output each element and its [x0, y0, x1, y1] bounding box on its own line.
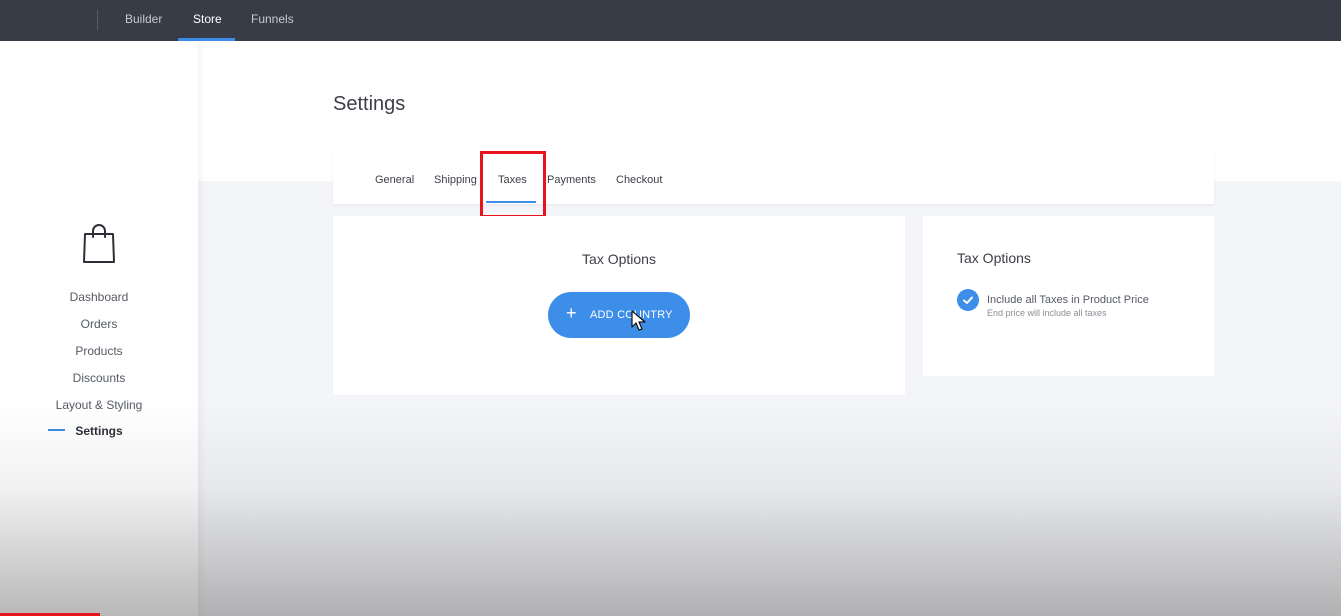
shopping-bag-icon	[83, 224, 115, 263]
tab-general[interactable]: General	[375, 151, 414, 204]
tab-payments[interactable]: Payments	[547, 151, 596, 204]
topbar-divider	[97, 10, 98, 30]
tax-options-card: Tax Options + ADD COUNTRY	[333, 216, 905, 395]
page-title: Settings	[333, 93, 406, 115]
plus-icon: +	[566, 303, 577, 323]
sidebar-item-settings[interactable]: Settings	[0, 424, 198, 438]
video-fade-overlay	[0, 400, 1341, 616]
tab-checkout[interactable]: Checkout	[616, 151, 662, 204]
tax-options-title: Tax Options	[582, 251, 656, 267]
sidebar-item-layout-styling[interactable]: Layout & Styling	[0, 398, 198, 412]
sidebar-active-indicator	[48, 429, 65, 431]
include-taxes-label: Include all Taxes in Product Price	[987, 294, 1149, 306]
taxes-tab-highlight	[480, 151, 546, 218]
tax-settings-card: Tax Options Include all Taxes in Product…	[923, 216, 1214, 376]
include-taxes-checkbox[interactable]	[957, 289, 979, 311]
sidebar-item-orders[interactable]: Orders	[0, 317, 198, 331]
include-taxes-sublabel: End price will include all taxes	[987, 308, 1107, 318]
sidebar-item-products[interactable]: Products	[0, 344, 198, 358]
settings-tabs: General Shipping Taxes Payments Checkout	[333, 151, 1214, 204]
topnav-builder[interactable]: Builder	[125, 0, 162, 41]
topnav-store[interactable]: Store	[193, 0, 222, 41]
sidebar-item-dashboard[interactable]: Dashboard	[0, 290, 198, 304]
checkmark-icon	[963, 296, 973, 304]
tax-settings-title: Tax Options	[957, 250, 1031, 266]
tab-shipping[interactable]: Shipping	[434, 151, 477, 204]
top-navbar: Builder Store Funnels	[0, 0, 1341, 41]
mouse-cursor-icon	[631, 310, 646, 331]
add-country-button[interactable]: + ADD COUNTRY	[548, 292, 690, 338]
topnav-funnels[interactable]: Funnels	[251, 0, 294, 41]
sidebar: Dashboard Orders Products Discounts Layo…	[0, 41, 198, 616]
sidebar-item-discounts[interactable]: Discounts	[0, 371, 198, 385]
